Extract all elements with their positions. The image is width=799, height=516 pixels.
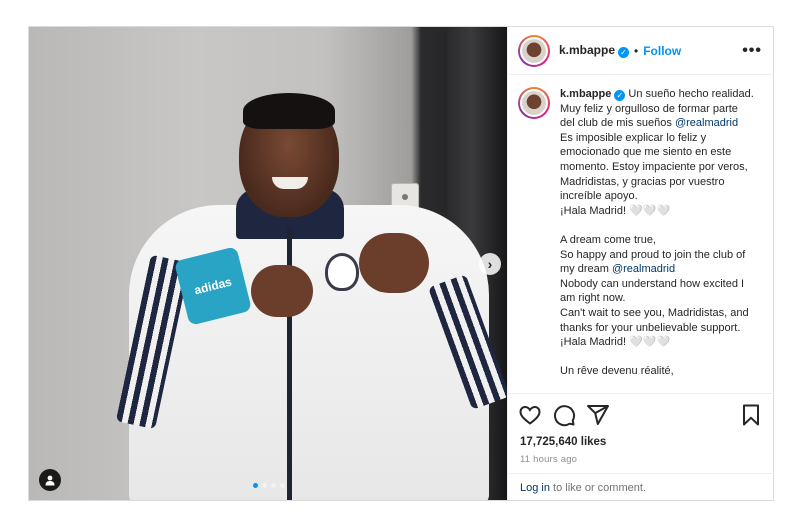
caption-segment: Nobody can understand how excited I am r…: [560, 277, 749, 378]
caption-area: k.mbappe ✓ Un sueño hecho realidad. Muy f…: [508, 75, 774, 393]
header-username[interactable]: k.mbappe ✓: [559, 43, 630, 58]
adidas-patch-text: adidas: [192, 274, 234, 298]
avatar-image: [520, 36, 548, 65]
instagram-post: adidas › k.mbappe ✓ • Follow ••• k.mbapp…: [28, 26, 775, 501]
share-icon[interactable]: [586, 403, 610, 427]
caption-text: k.mbappe ✓ Un sueño hecho realidad. Muy f…: [560, 87, 754, 393]
likes-count[interactable]: 17,725,640 likes: [520, 436, 606, 448]
more-options-button[interactable]: •••: [742, 42, 762, 60]
carousel-dot: [271, 483, 276, 488]
person-hair: [243, 93, 335, 129]
carousel-indicator: [253, 483, 285, 488]
login-link[interactable]: Log in: [520, 482, 550, 494]
heart-icon[interactable]: [518, 403, 542, 427]
post-media[interactable]: adidas ›: [29, 27, 507, 500]
verified-icon: ✓: [618, 47, 630, 58]
header-separator: •: [634, 43, 639, 58]
mention-link[interactable]: @realmadrid: [612, 263, 675, 275]
right-hand: [359, 233, 429, 293]
user-tag-icon: [45, 475, 55, 486]
action-bar: [508, 393, 775, 427]
post-header: k.mbappe ✓ • Follow •••: [508, 27, 774, 75]
club-crest: [325, 253, 359, 291]
follow-button[interactable]: Follow: [643, 44, 681, 58]
mention-link[interactable]: @realmadrid: [675, 117, 738, 129]
jacket: [129, 205, 489, 500]
caption-username[interactable]: k.mbappe: [560, 88, 611, 100]
carousel-dot: [280, 483, 285, 488]
carousel-dot: [262, 483, 267, 488]
avatar[interactable]: [518, 34, 550, 67]
user-tags-button[interactable]: [39, 469, 61, 491]
bookmark-icon[interactable]: [739, 403, 763, 427]
caption-segment: Es imposible explicar lo feliz y emocion…: [560, 131, 748, 276]
caption-avatar[interactable]: [518, 87, 550, 119]
post-timestamp[interactable]: 11 hours ago: [520, 454, 577, 465]
left-hand: [251, 265, 313, 317]
next-image-button[interactable]: ›: [479, 253, 501, 275]
verified-icon: ✓: [614, 90, 626, 101]
login-prompt-text: to like or comment.: [549, 482, 646, 494]
caption-avatar-image: [520, 89, 548, 117]
login-prompt: Log in to like or comment.: [508, 473, 775, 500]
header-username-text[interactable]: k.mbappe: [559, 43, 615, 57]
chevron-right-icon: ›: [487, 256, 493, 272]
comment-icon[interactable]: [552, 403, 576, 427]
carousel-dot: [253, 483, 258, 488]
post-sidebar: k.mbappe ✓ • Follow ••• k.mbappe ✓ Un sueñ…: [507, 27, 775, 500]
